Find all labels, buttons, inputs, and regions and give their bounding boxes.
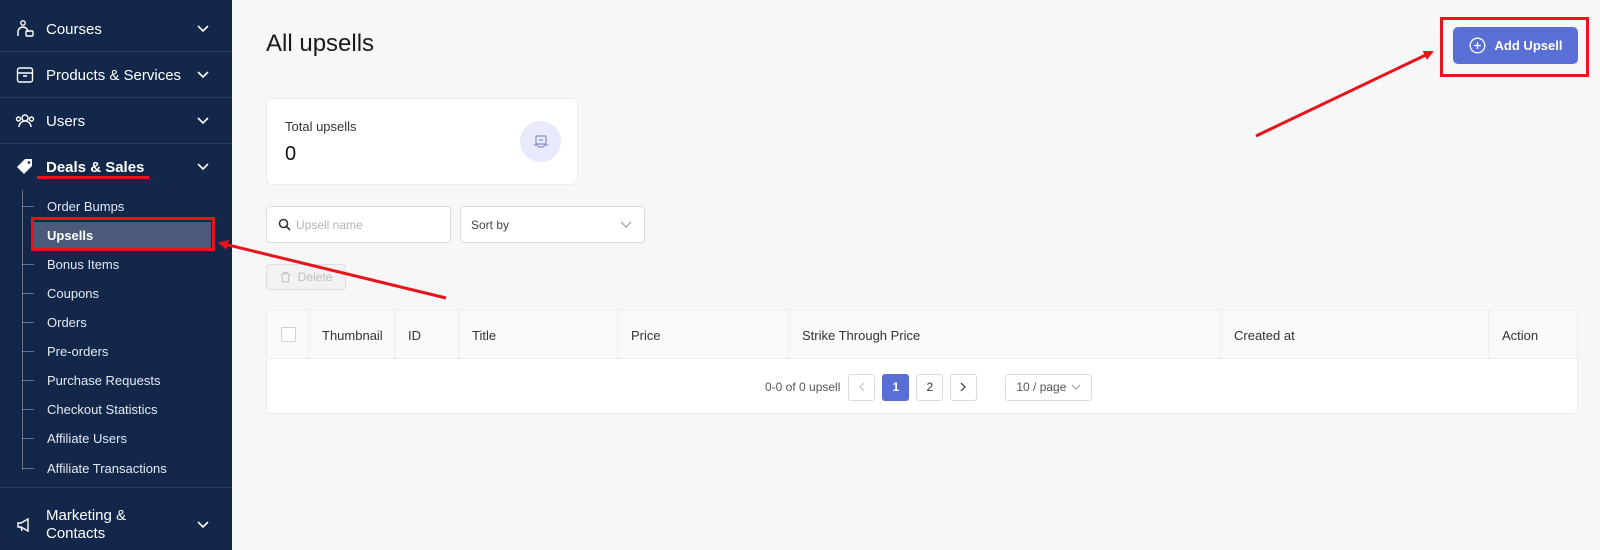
chevron-down-icon (196, 518, 210, 532)
sidebar-subitem-label: Bonus Items (47, 256, 120, 272)
sidebar-subitem-label: Affiliate Users (47, 430, 127, 446)
page-button-2[interactable]: 2 (916, 373, 944, 401)
page-button-1[interactable]: 1 (882, 373, 910, 401)
sidebar-item-label: Products & Services (46, 66, 182, 84)
sidebar-item-label: Users (46, 112, 86, 130)
sidebar-subitem-orders[interactable]: Orders (22, 309, 212, 335)
chevron-down-icon (196, 114, 210, 128)
column-strike-through-price[interactable]: Strike Through Price (802, 311, 920, 359)
sidebar-item-marketing-contacts[interactable]: Marketing & Contacts (0, 503, 232, 547)
sidebar-item-users[interactable]: Users (0, 99, 232, 143)
box-icon (14, 64, 36, 86)
column-divider (788, 311, 789, 359)
column-divider (1488, 311, 1489, 359)
column-divider (308, 311, 309, 359)
sidebar-subitem-pre-orders[interactable]: Pre-orders (22, 338, 212, 364)
pagination: 0-0 of 0 upsell 1 2 10 / page (765, 373, 1093, 401)
page-title: All upsells (266, 30, 375, 57)
users-icon (14, 110, 36, 132)
sidebar-subitem-label: Order Bumps (47, 198, 125, 214)
column-created-at[interactable]: Created at (1234, 311, 1295, 359)
annotation-box-add-upsell (1440, 17, 1589, 77)
chevron-down-icon (196, 68, 210, 82)
sidebar-subitem-affiliate-transactions[interactable]: Affiliate Transactions (22, 455, 212, 481)
chevron-down-icon (620, 221, 632, 229)
sidebar-item-courses[interactable]: Courses (0, 7, 232, 51)
chevron-right-icon (960, 382, 967, 392)
sidebar-subitem-label: Orders (47, 314, 87, 330)
courses-icon (14, 18, 36, 40)
column-thumbnail[interactable]: Thumbnail (322, 311, 383, 359)
chevron-down-icon (196, 22, 210, 36)
sidebar-subitem-label: Purchase Requests (47, 372, 161, 388)
sidebar-item-products-services[interactable]: Products & Services (0, 53, 232, 97)
delete-button[interactable]: Delete (266, 264, 346, 290)
chevron-down-icon (1071, 384, 1081, 390)
megaphone-icon (14, 514, 36, 536)
sort-label: Sort by (471, 217, 510, 232)
sidebar: Courses Products & Services Users Deals … (0, 0, 232, 550)
pagination-info: 0-0 of 0 upsell (765, 380, 841, 394)
search-icon (278, 218, 291, 231)
delete-label: Delete (297, 270, 333, 284)
sidebar-subitem-label: Checkout Statistics (47, 401, 158, 417)
divider (0, 97, 232, 98)
chevron-left-icon (858, 382, 865, 392)
page-size-select[interactable]: 10 / page (1005, 373, 1093, 401)
sidebar-subitem-label: Coupons (47, 285, 100, 301)
search-input[interactable] (296, 217, 446, 232)
column-title[interactable]: Title (472, 311, 496, 359)
column-id[interactable]: ID (408, 311, 421, 359)
divider (0, 51, 232, 52)
next-page-button[interactable] (950, 373, 978, 401)
sidebar-subitem-purchase-requests[interactable]: Purchase Requests (22, 367, 212, 393)
page-size-label: 10 / page (1016, 380, 1067, 394)
divider (0, 143, 232, 144)
sidebar-item-label: Marketing & Contacts (46, 507, 127, 542)
sort-select[interactable]: Sort by (460, 206, 645, 243)
sidebar-item-label: Deals & Sales (46, 158, 145, 176)
annotation-underline-deals-sales (37, 176, 149, 179)
sidebar-subitem-order-bumps[interactable]: Order Bumps (22, 193, 212, 219)
stat-value: 0 (285, 143, 297, 165)
annotation-arrows (218, 50, 1434, 300)
tag-icon (14, 156, 36, 178)
sidebar-subitem-label: Affiliate Transactions (47, 460, 167, 476)
divider (0, 487, 232, 488)
sidebar-item-deals-sales[interactable]: Deals & Sales (0, 145, 232, 189)
column-divider (1220, 311, 1221, 359)
column-divider (394, 311, 395, 359)
search-input-wrapper[interactable] (266, 206, 451, 243)
sidebar-subitem-affiliate-users[interactable]: Affiliate Users (22, 425, 212, 451)
sidebar-subitem-coupons[interactable]: Coupons (22, 280, 212, 306)
prev-page-button[interactable] (848, 373, 876, 401)
sidebar-subitem-bonus-items[interactable]: Bonus Items (22, 251, 212, 277)
column-price[interactable]: Price (631, 311, 661, 359)
upsell-box-icon (520, 121, 561, 162)
sidebar-item-label: Courses (46, 20, 102, 38)
select-all-checkbox[interactable] (281, 327, 296, 342)
upsells-table: Thumbnail ID Title Price Strike Through … (266, 310, 1578, 414)
table-header: Thumbnail ID Title Price Strike Through … (267, 311, 1577, 359)
trash-icon (280, 271, 291, 283)
annotation-arrow-to-add-upsell (1255, 50, 1434, 138)
sidebar-subitem-checkout-statistics[interactable]: Checkout Statistics (22, 396, 212, 422)
sidebar-subitem-label: Pre-orders (47, 343, 109, 359)
stat-label: Total upsells (285, 119, 357, 134)
column-action[interactable]: Action (1502, 311, 1538, 359)
annotation-box-upsells (31, 217, 215, 251)
column-divider (458, 311, 459, 359)
column-divider (617, 311, 618, 359)
total-upsells-card: Total upsells 0 (266, 98, 578, 185)
chevron-down-icon (196, 160, 210, 174)
